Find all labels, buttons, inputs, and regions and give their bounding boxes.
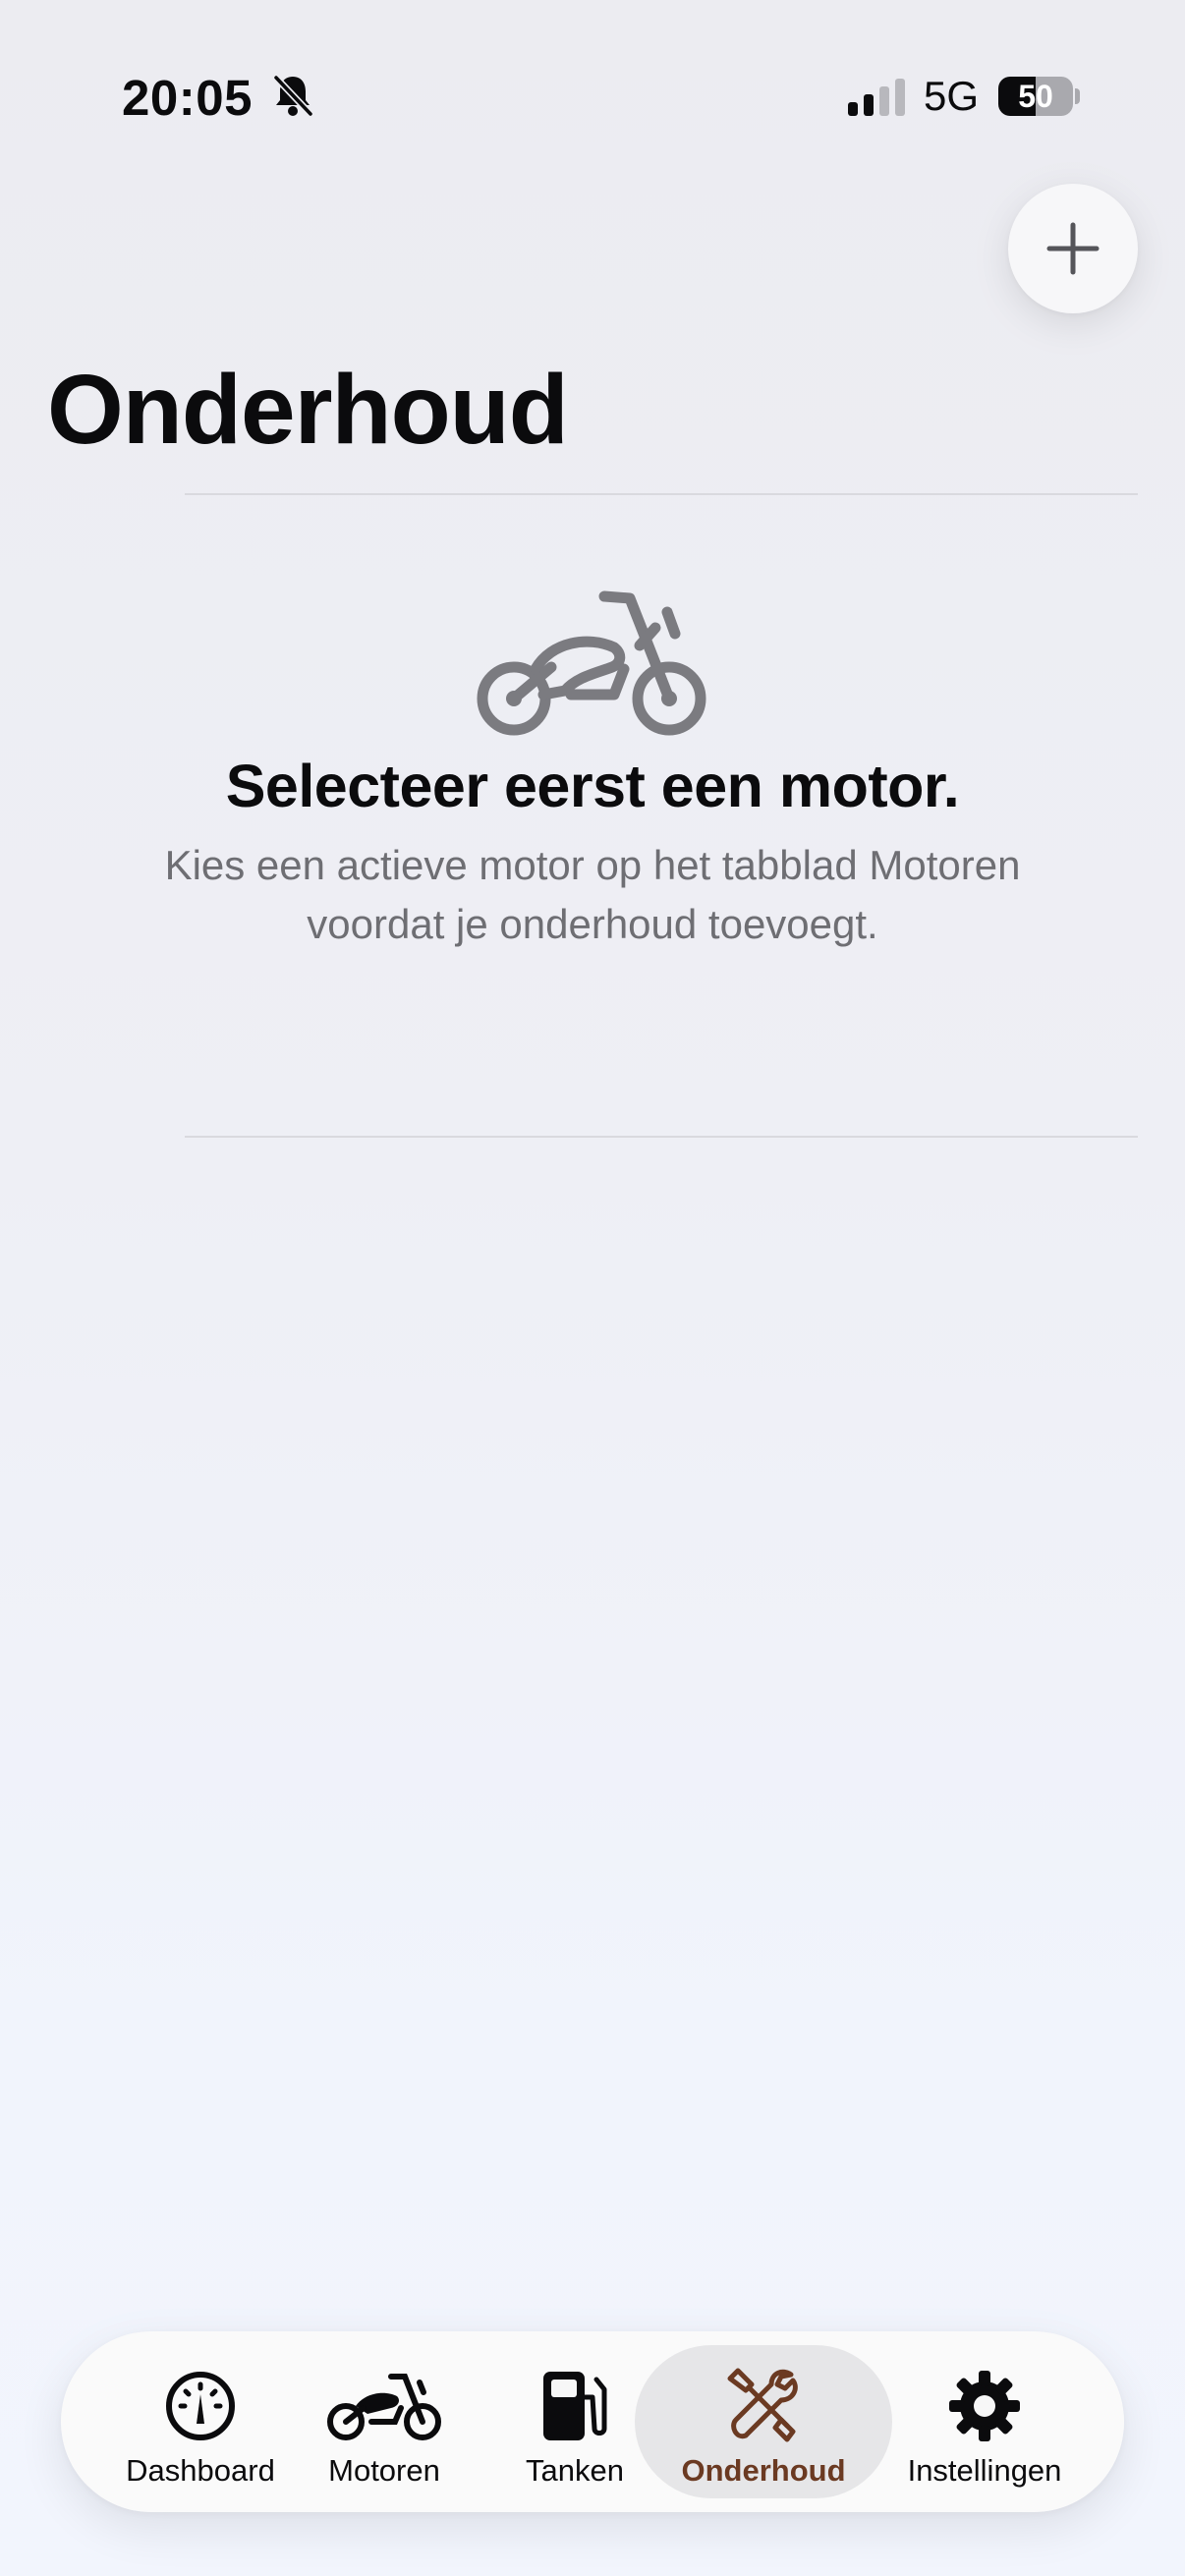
- network-type: 5G: [924, 73, 980, 119]
- tab-motoren[interactable]: Motoren: [310, 2345, 458, 2498]
- gear-icon: [949, 2371, 1020, 2441]
- wrench-screwdriver-icon: [727, 2368, 798, 2442]
- fuel-pump-icon: [543, 2372, 607, 2440]
- empty-state-description: Kies een actieve motor op het tabblad Mo…: [164, 842, 1021, 947]
- page-title: Onderhoud: [47, 355, 569, 465]
- tab-label-onderhoud: Onderhoud: [681, 2453, 846, 2488]
- bell-slash-icon: [273, 75, 313, 117]
- add-maintenance-button[interactable]: [1008, 184, 1138, 313]
- tab-instellingen[interactable]: Instellingen: [886, 2345, 1083, 2498]
- tab-tanken[interactable]: Tanken: [509, 2345, 641, 2498]
- motorcycle-icon: [327, 2374, 441, 2440]
- tab-onderhoud[interactable]: Onderhoud: [635, 2345, 892, 2498]
- gauge-icon: [166, 2372, 235, 2440]
- divider-top: [185, 493, 1138, 495]
- tab-label-tanken: Tanken: [526, 2453, 624, 2488]
- tab-label-instellingen: Instellingen: [907, 2453, 1062, 2488]
- empty-state-title: Selecteer eerst een motor.: [225, 753, 960, 819]
- tab-label-motoren: Motoren: [328, 2453, 440, 2488]
- status-bar: 20:05 5G 50: [0, 0, 1185, 196]
- divider-bottom: [185, 1136, 1138, 1138]
- plus-icon: [1046, 222, 1100, 275]
- tab-label-dashboard: Dashboard: [126, 2453, 275, 2488]
- empty-state: Selecteer eerst een motor. Kies een acti…: [0, 585, 1185, 954]
- cellular-signal-icon: [848, 79, 905, 116]
- battery-level: 50: [1018, 79, 1053, 114]
- status-time: 20:05: [122, 70, 253, 126]
- motorcycle-icon: [477, 590, 706, 736]
- tab-dashboard[interactable]: Dashboard: [112, 2345, 289, 2498]
- tab-bar: Dashboard Motoren Tanken Onderhoud Inste…: [61, 2331, 1124, 2512]
- battery-indicator: 50: [998, 77, 1081, 116]
